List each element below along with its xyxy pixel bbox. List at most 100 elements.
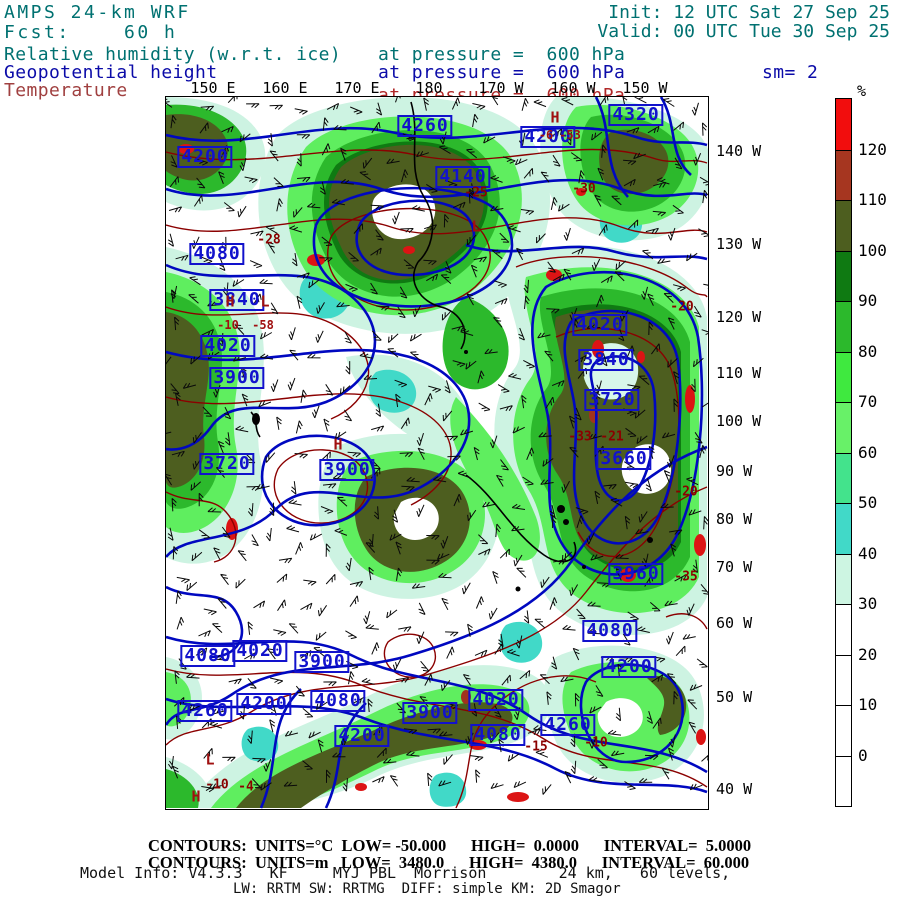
colorbar-tick-label: 90 xyxy=(858,291,878,310)
colorbar-segment xyxy=(836,149,851,200)
height-contour-label: 3900 xyxy=(294,651,350,673)
field-row-0: Relative humidity (w.r.t. ice) at pressur… xyxy=(0,44,900,65)
top-axis-label: 150 W xyxy=(622,79,668,97)
colorbar-tick-label: 80 xyxy=(858,341,878,361)
height-contour-label: 4020 xyxy=(468,689,524,711)
height-contour-label: 4080 xyxy=(189,243,245,265)
height-contour-label: 4320 xyxy=(608,104,664,126)
height-contour-label: 3840 xyxy=(578,349,634,371)
temperature-contour-label: -10 xyxy=(205,777,229,793)
colorbar-segment xyxy=(836,301,851,352)
temperature-contour-label: -10 xyxy=(584,735,608,751)
height-contour-label: 4080 xyxy=(470,724,526,746)
colorbar-segment xyxy=(836,604,851,655)
physics-info-line: LW: RRTM SW: RRTMG DIFF: simple KM: 2D S… xyxy=(233,881,621,897)
height-contour-label: 3720 xyxy=(199,453,255,475)
right-axis-label: 100 W xyxy=(716,412,762,430)
extremum-marker: L xyxy=(471,217,481,236)
extremum-marker: H xyxy=(550,108,560,127)
colorbar-tick-label: 20 xyxy=(858,644,878,664)
height-contour-label: 3960 xyxy=(608,563,664,585)
colorbar-segment xyxy=(836,503,851,554)
height-contour-label: 4200 xyxy=(177,146,233,168)
extremum-marker: H xyxy=(225,292,235,311)
model-title: AMPS 24-km WRF xyxy=(4,2,191,23)
extremum-marker: -10 xyxy=(217,318,239,332)
height-contour-label: 3660 xyxy=(596,448,652,470)
extremum-marker: L xyxy=(260,292,270,311)
height-contour-label: 4020 xyxy=(200,335,256,357)
colorbar-segment xyxy=(836,99,851,150)
colorbar-tick-label: 70 xyxy=(858,392,878,411)
colorbar-tick-label: 120 xyxy=(858,139,887,159)
temperature-contour-label: -21 xyxy=(600,429,624,445)
height-contour-label: 4260 xyxy=(397,115,453,137)
height-contour-label: 3720 xyxy=(584,389,640,411)
extremum-marker: -53 xyxy=(559,128,581,142)
rh-colorbar xyxy=(835,98,852,807)
field-name: Temperature xyxy=(4,80,128,101)
extremum-marker: L xyxy=(205,750,215,769)
right-axis-label: 130 W xyxy=(716,235,762,253)
height-contour-label: 4200 xyxy=(334,725,390,747)
extremum-marker: -58 xyxy=(252,318,274,332)
height-contour-label: 4020 xyxy=(232,640,288,662)
right-axis-label: 140 W xyxy=(716,142,762,160)
height-contour-label: 3900 xyxy=(319,459,375,481)
extremum-marker: H xyxy=(333,435,343,454)
field-row-1: Geopotential height at pressure = 600 hPa… xyxy=(0,62,900,83)
colorbar-segment xyxy=(836,654,851,705)
colorbar-segment xyxy=(836,452,851,503)
colorbar-tick-label: 0 xyxy=(858,745,868,765)
temperature-contour-label: -20 xyxy=(674,484,698,500)
top-axis-label: 170 E xyxy=(334,79,380,97)
colorbar-segment xyxy=(836,402,851,453)
colorbar-segment xyxy=(836,200,851,251)
colorbar-segment xyxy=(836,553,851,604)
colorbar-tick-label: 10 xyxy=(858,695,878,714)
colorbar-segment xyxy=(836,755,851,806)
weather-plot-page: { "header": { "model_title": "AMPS 24-km… xyxy=(0,0,900,900)
height-contour-label: 4020 xyxy=(572,314,628,336)
colorbar-tick-label: 60 xyxy=(858,442,878,462)
right-axis-label: 110 W xyxy=(716,364,762,382)
height-contour-label: 4200 xyxy=(601,656,657,678)
right-axis-label: 70 W xyxy=(716,558,753,576)
extremum-marker: -6 xyxy=(538,128,554,142)
temperature-contour-label: -35 xyxy=(674,569,698,585)
top-axis-label: 180 xyxy=(415,79,443,97)
model-info-line: Model Info: V4.3.3 KF MYJ PBL Morrison 2… xyxy=(80,864,731,882)
top-axis-label: 160 W xyxy=(550,79,596,97)
colorbar-segment xyxy=(836,351,851,402)
temperature-contour-label: -20 xyxy=(670,299,694,315)
right-axis-label: 80 W xyxy=(716,510,753,528)
colorbar-tick-label: 100 xyxy=(858,240,887,260)
temperature-contour-label: -28 xyxy=(257,232,281,248)
right-axis-label: 40 W xyxy=(716,780,753,798)
temperature-contour-label: -33 xyxy=(568,429,592,445)
right-axis-label: 50 W xyxy=(716,688,753,706)
temperature-contour-label: -4 xyxy=(238,779,254,795)
colorbar-segment xyxy=(836,250,851,301)
colorbar-segment xyxy=(836,705,851,756)
height-contour-label: 4260 xyxy=(177,700,233,722)
forecast-map: 4260 4200 4320 4140 4200 4080 3840 4020 3900 3720… xyxy=(165,96,709,810)
temperature-contour-label: -30 xyxy=(572,181,596,197)
height-contour-label: 4080 xyxy=(310,690,366,712)
temperature-contour-label: -25 xyxy=(464,185,488,201)
right-axis-label: 60 W xyxy=(716,614,753,632)
height-contour-label: 3900 xyxy=(209,367,265,389)
valid-time: Valid: 00 UTC Tue 30 Sep 25 xyxy=(597,21,890,42)
colorbar-tick-label: 50 xyxy=(858,493,878,512)
height-contour-label: 4080 xyxy=(180,645,236,667)
height-contour-label: 4080 xyxy=(582,620,638,642)
height-contour-label: 4200 xyxy=(236,693,292,715)
forecast-hour: Fcst: 60 h xyxy=(4,22,178,43)
colorbar-tick-label: 30 xyxy=(858,594,878,613)
right-axis-label: 120 W xyxy=(716,308,762,326)
top-axis-label: 170 W xyxy=(478,79,524,97)
colorbar-unit-label: % xyxy=(857,82,867,100)
colorbar-tick-label: 40 xyxy=(858,543,878,563)
height-contour-label: 3840 xyxy=(209,289,265,311)
right-axis-label: 90 W xyxy=(716,462,753,480)
